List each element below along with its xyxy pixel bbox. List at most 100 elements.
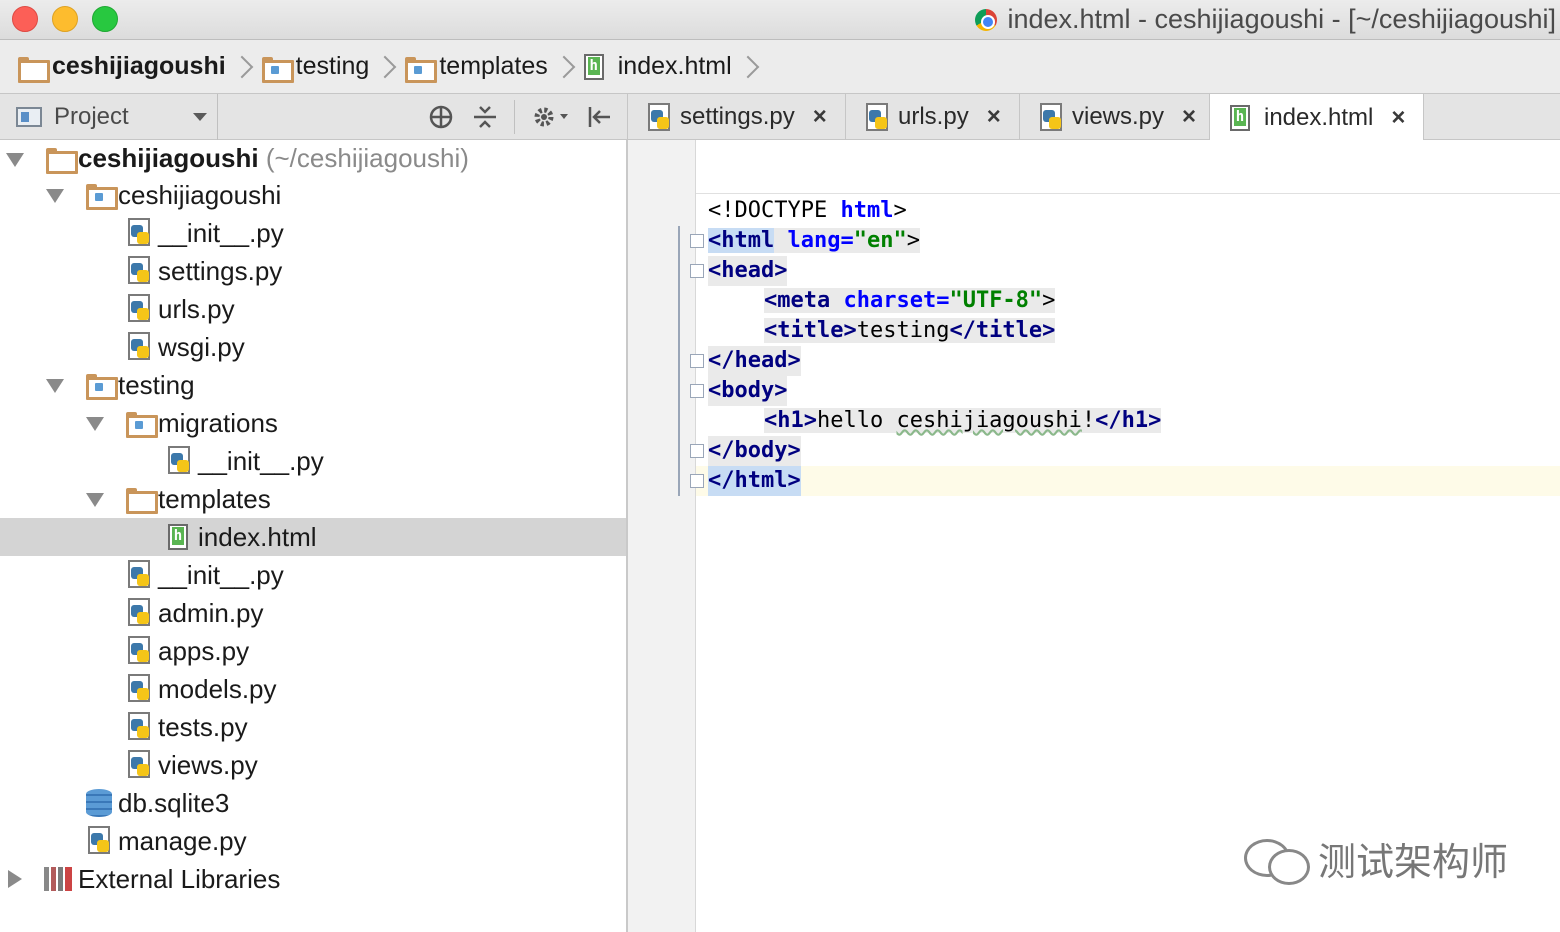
tree-item-label: views.py: [158, 749, 258, 780]
chevron-right-icon: [234, 40, 256, 94]
tree-item-label: wsgi.py: [158, 331, 245, 362]
close-tab-icon[interactable]: ×: [813, 103, 827, 131]
tree-item-folder[interactable]: ceshijiagoushi: [0, 176, 626, 214]
tree-item-label: migrations: [158, 407, 278, 438]
breadcrumb-item-testing[interactable]: testing: [261, 40, 370, 94]
tree-item-label: settings.py: [158, 255, 283, 286]
code-line: <meta charset="UTF-8">: [764, 288, 1056, 313]
python-file-icon: [128, 674, 150, 702]
package-folder-icon: [86, 184, 118, 210]
project-tree: ceshijiagoushi (~/ceshijiagoushi) ceshij…: [0, 140, 628, 932]
chevron-down-icon: [193, 113, 207, 121]
tree-item-file[interactable]: __init__.py: [0, 556, 626, 594]
fold-toggle-icon[interactable]: [690, 264, 704, 278]
minimize-window-button[interactable]: [52, 6, 78, 32]
window-title: index.html - ceshijiagoushi - [~/ceshiji…: [975, 4, 1556, 35]
fold-toggle-icon[interactable]: [690, 474, 704, 488]
html-file-icon: [1230, 104, 1250, 131]
tree-item-label: External Libraries: [78, 863, 281, 894]
tree-item-file[interactable]: admin.py: [0, 594, 626, 632]
tree-item-file[interactable]: apps.py: [0, 632, 626, 670]
tree-item-label: __init__.py: [198, 445, 324, 476]
project-view-selector[interactable]: Project: [0, 94, 218, 140]
chevron-down-icon[interactable]: [86, 493, 104, 507]
matched-tag-marker: [678, 226, 680, 496]
tree-item-file[interactable]: manage.py: [0, 822, 626, 860]
breadcrumb-item-project[interactable]: ceshijiagoushi: [18, 40, 226, 94]
tab-views-py[interactable]: views.py ×: [1020, 94, 1210, 140]
python-file-icon: [128, 750, 150, 778]
python-file-icon: [128, 218, 150, 246]
tab-label: settings.py: [680, 103, 795, 130]
tree-item-file[interactable]: __init__.py: [0, 214, 626, 252]
scroll-from-source-icon[interactable]: [426, 102, 456, 132]
project-view-label: Project: [54, 103, 129, 130]
tree-item-label: __init__.py: [158, 559, 284, 590]
chevron-down-icon[interactable]: [6, 153, 24, 167]
tree-item-file[interactable]: __init__.py: [0, 442, 626, 480]
python-file-icon: [128, 598, 150, 626]
collapse-all-icon[interactable]: [470, 102, 500, 132]
close-tab-icon[interactable]: ×: [987, 103, 1001, 131]
breadcrumb-label: testing: [295, 52, 370, 80]
watermark: 测试架构师: [1243, 831, 1508, 886]
chevron-down-icon[interactable]: [46, 379, 64, 393]
tree-item-file[interactable]: views.py: [0, 746, 626, 784]
tab-index-html[interactable]: index.html ×: [1210, 94, 1424, 141]
tree-item-label: admin.py: [158, 597, 264, 628]
wechat-icon: [1243, 835, 1310, 885]
tree-item-label: apps.py: [158, 635, 250, 666]
tree-item-file[interactable]: tests.py: [0, 708, 626, 746]
tree-item-folder[interactable]: templates: [0, 480, 626, 518]
tree-item-file[interactable]: db.sqlite3: [0, 784, 626, 822]
tab-label: views.py: [1072, 103, 1165, 130]
html-file-icon: [168, 524, 188, 550]
tab-urls-py[interactable]: urls.py ×: [846, 94, 1020, 140]
fold-toggle-icon[interactable]: [690, 354, 704, 368]
python-file-icon: [866, 103, 888, 131]
tree-item-folder[interactable]: migrations: [0, 404, 626, 442]
tree-item-file[interactable]: models.py: [0, 670, 626, 708]
chrome-icon: [975, 8, 998, 31]
hide-panel-icon[interactable]: [584, 102, 614, 132]
breadcrumb-item-templates[interactable]: templates: [405, 40, 548, 94]
fold-toggle-icon[interactable]: [690, 444, 704, 458]
project-toolbar: Project: [0, 94, 628, 140]
maximize-window-button[interactable]: [92, 6, 118, 32]
chevron-right-icon[interactable]: [8, 870, 22, 888]
tree-item-label: models.py: [158, 673, 277, 704]
tree-item-label: index.html: [198, 521, 317, 552]
tab-label: urls.py: [898, 103, 969, 130]
code-editor[interactable]: <!DOCTYPE html> <html lang="en"> <head> …: [628, 140, 1560, 932]
tree-item-folder[interactable]: testing: [0, 366, 626, 404]
code-line: </html>: [708, 466, 801, 496]
tree-item-label: db.sqlite3: [118, 787, 230, 818]
code-line: <title>testing</title>: [764, 318, 1056, 343]
title-bar: index.html - ceshijiagoushi - [~/ceshiji…: [0, 0, 1560, 40]
python-file-icon: [168, 446, 190, 474]
editor-tabs: settings.py × urls.py × views.py × index…: [628, 94, 1560, 141]
folder-icon: [46, 148, 78, 174]
tab-label: index.html: [1264, 103, 1374, 131]
tree-item-file-selected[interactable]: index.html: [0, 518, 626, 556]
editor-gutter: [628, 140, 696, 932]
tree-item-file[interactable]: wsgi.py: [0, 328, 626, 366]
tree-item-root[interactable]: ceshijiagoushi (~/ceshijiagoushi): [0, 140, 626, 178]
python-file-icon: [128, 294, 150, 322]
tree-item-file[interactable]: settings.py: [0, 252, 626, 290]
close-window-button[interactable]: [12, 6, 38, 32]
breadcrumb-item-index-html[interactable]: index.html: [583, 40, 732, 94]
tree-item-file[interactable]: urls.py: [0, 290, 626, 328]
close-tab-icon[interactable]: ×: [1391, 104, 1405, 132]
tree-item-external-libraries[interactable]: External Libraries: [0, 860, 626, 898]
code-line: <head>: [708, 256, 788, 286]
gear-icon[interactable]: [530, 102, 574, 132]
code-line: <body>: [708, 376, 788, 406]
tab-settings-py[interactable]: settings.py ×: [628, 94, 846, 140]
chevron-down-icon[interactable]: [46, 189, 64, 203]
fold-toggle-icon[interactable]: [690, 234, 704, 248]
python-file-icon: [128, 560, 150, 588]
close-tab-icon[interactable]: ×: [1182, 103, 1196, 131]
chevron-down-icon[interactable]: [86, 417, 104, 431]
fold-toggle-icon[interactable]: [690, 384, 704, 398]
